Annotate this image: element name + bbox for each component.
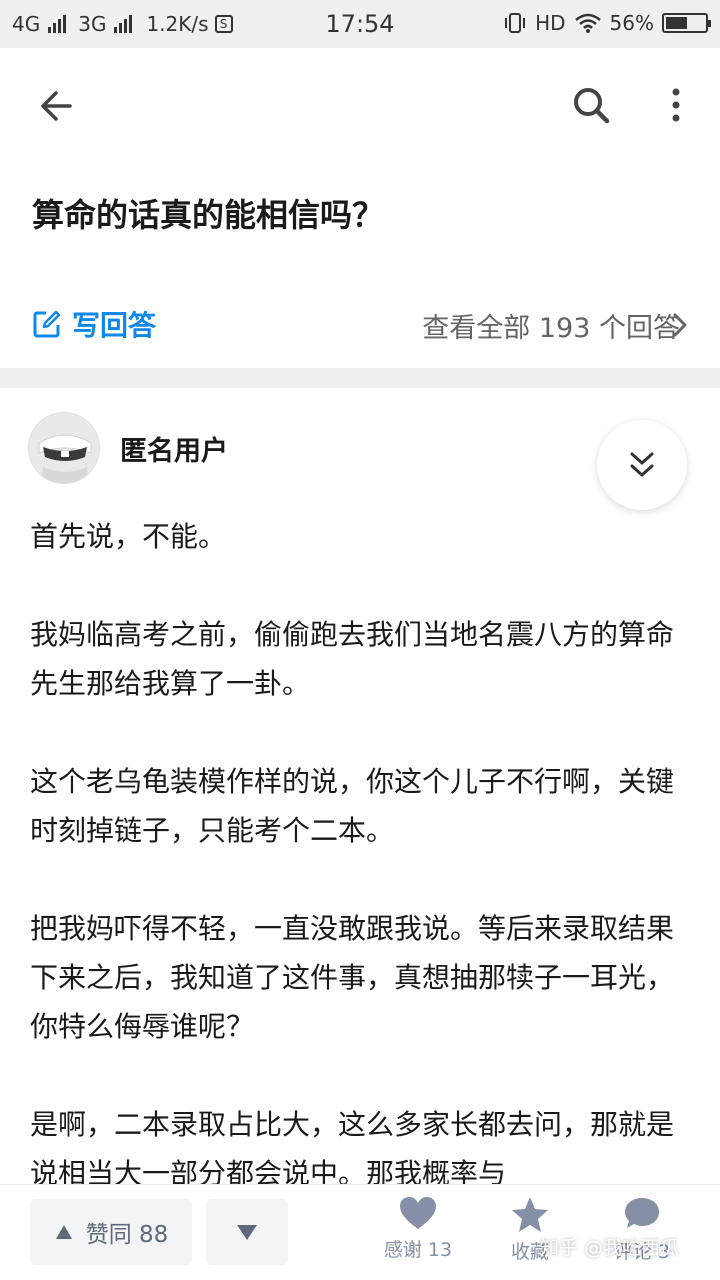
battery-fill xyxy=(666,17,688,29)
answer-bar: 写回答 查看全部 193 个回答 xyxy=(0,300,720,350)
hd-label: HD xyxy=(535,11,566,35)
anonymous-avatar xyxy=(28,412,100,484)
heart-icon xyxy=(400,1197,436,1229)
chevron-right-icon xyxy=(673,313,687,337)
answer-paragraph: 把我妈吓得不轻，一直没敢跟我说。等后来录取结果下来之后，我知道了这件事，真想抽那… xyxy=(30,912,675,1043)
author-row[interactable]: 匿名用户 xyxy=(28,412,228,484)
downvote-button[interactable] xyxy=(206,1199,288,1265)
thanks-label: 感谢 13 xyxy=(383,1239,453,1261)
collapse-button[interactable] xyxy=(597,420,687,510)
write-answer-label: 写回答 xyxy=(72,309,157,342)
answer-paragraph: 是啊，二本录取占比大，这么多家长都去问，那就是说相当大一部分都会说中。那我概率与 xyxy=(30,1108,675,1184)
more-vertical-icon xyxy=(672,88,680,122)
question-title[interactable]: 算命的话真的能相信吗？ xyxy=(32,190,384,236)
upvote-label: 赞同 88 xyxy=(85,1222,169,1248)
wifi-icon xyxy=(574,13,601,33)
triangle-down-icon xyxy=(237,1225,257,1240)
triangle-up-icon xyxy=(55,1225,72,1239)
watermark: 知乎 @我吃西瓜 xyxy=(540,1237,680,1259)
double-chevron-down-icon xyxy=(630,452,654,477)
edit-icon xyxy=(33,310,61,338)
top-toolbar xyxy=(0,48,720,158)
answer-paragraph: 首先说，不能。 xyxy=(30,520,227,553)
more-button[interactable] xyxy=(656,80,696,130)
answer-paragraph: 这个老乌龟装模作样的说，你这个儿子不行啊，关键时刻掉链子，只能考个二本。 xyxy=(30,765,675,847)
upvote-button[interactable]: 赞同 88 xyxy=(30,1199,192,1265)
battery-icon xyxy=(662,13,711,33)
status-right: HD 56% xyxy=(503,11,711,35)
bottom-action-bar: 赞同 88 感谢 13 收藏 评论 3 知乎 @我吃西瓜 xyxy=(0,1184,720,1280)
write-answer-button[interactable]: 写回答 xyxy=(32,304,156,344)
search-icon xyxy=(574,88,610,124)
section-divider xyxy=(0,368,720,388)
back-button[interactable] xyxy=(32,82,80,130)
vibrate-icon xyxy=(505,13,526,33)
view-all-answers-link[interactable]: 查看全部 193 个回答 xyxy=(422,306,680,345)
author-name: 匿名用户 xyxy=(120,435,228,467)
status-bar: 4G 3G 1.2K/s S 17:54 HD 56% xyxy=(0,0,720,48)
star-icon xyxy=(512,1197,548,1232)
answer-content: 首先说，不能。 我妈临高考之前，偷偷跑去我们当地名震八方的算命先生那给我算了一卦… xyxy=(30,512,690,1184)
battery-percent: 56% xyxy=(609,11,654,35)
comment-bubble-icon xyxy=(625,1198,659,1228)
answer-paragraph: 我妈临高考之前，偷偷跑去我们当地名震八方的算命先生那给我算了一卦。 xyxy=(30,618,675,700)
search-button[interactable] xyxy=(566,80,616,130)
back-arrow-icon xyxy=(41,91,72,121)
thanks-button[interactable]: 感谢 13 xyxy=(368,1195,468,1262)
anonymous-mask-icon xyxy=(29,413,99,483)
